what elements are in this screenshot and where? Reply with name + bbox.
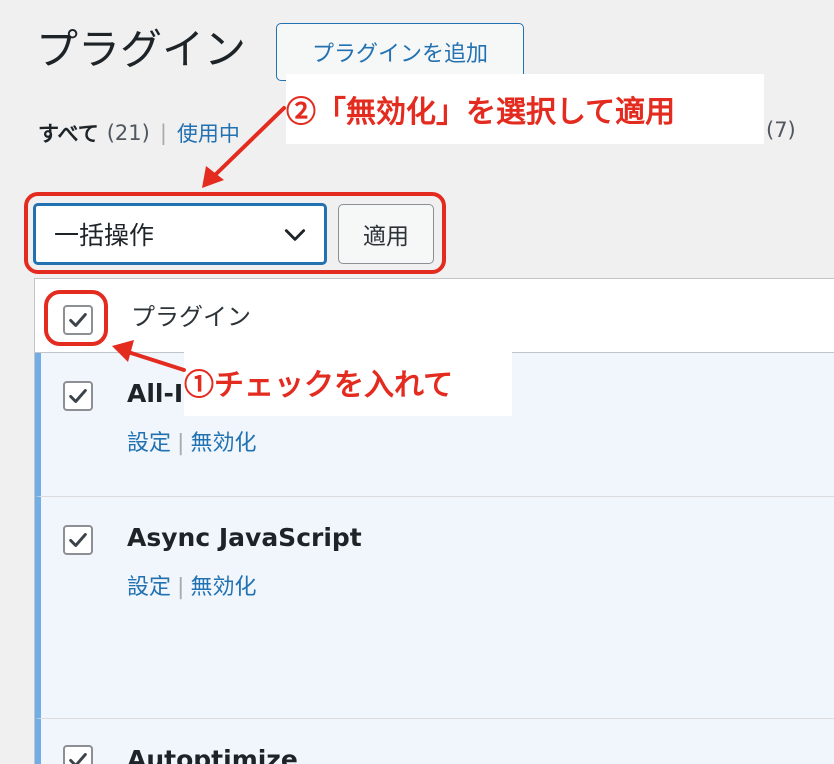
action-separator: | <box>177 575 185 600</box>
plugin-status-filters: すべて (21) | 使用中 <box>38 118 240 148</box>
table-header: プラグイン <box>35 279 834 353</box>
row-checkbox[interactable] <box>63 525 93 555</box>
filter-all[interactable]: すべて <box>38 118 99 148</box>
filter-separator: | <box>159 121 167 145</box>
table-row: Async JavaScript 設定 | 無効化 <box>35 497 834 719</box>
checkmark-icon <box>69 753 87 764</box>
checkmark-icon <box>69 533 87 547</box>
plugin-name: Autoptimize <box>127 745 298 764</box>
row-actions: 設定 | 無効化 <box>127 569 256 601</box>
deactivate-link[interactable]: 無効化 <box>190 575 256 600</box>
action-separator: | <box>177 431 185 456</box>
plugin-name: All-I <box>127 379 184 408</box>
settings-link[interactable]: 設定 <box>127 575 171 600</box>
select-all-highlight <box>44 290 108 346</box>
row-checkbox[interactable] <box>63 381 93 411</box>
plugin-name: Async JavaScript <box>127 523 362 552</box>
settings-link[interactable]: 設定 <box>127 431 171 456</box>
annotation-step2: ②「無効化」を選択して適用 <box>286 74 764 144</box>
row-actions: 設定 | 無効化 <box>127 425 256 457</box>
add-new-plugin-button[interactable]: プラグインを追加 <box>276 23 524 81</box>
annotation-step1: ①チェックを入れて <box>184 348 512 416</box>
deactivate-link[interactable]: 無効化 <box>190 431 256 456</box>
checkmark-icon <box>69 389 87 403</box>
filter-all-count: (21) <box>106 121 150 145</box>
page-title: プラグイン <box>36 25 247 74</box>
bulk-action-highlight <box>24 192 446 274</box>
column-plugin: プラグイン <box>131 303 251 331</box>
row-checkbox[interactable] <box>63 745 93 764</box>
filter-active[interactable]: 使用中 <box>177 118 240 148</box>
filter-tail-count: (7) <box>766 118 796 142</box>
table-row: Autoptimize <box>35 719 834 764</box>
